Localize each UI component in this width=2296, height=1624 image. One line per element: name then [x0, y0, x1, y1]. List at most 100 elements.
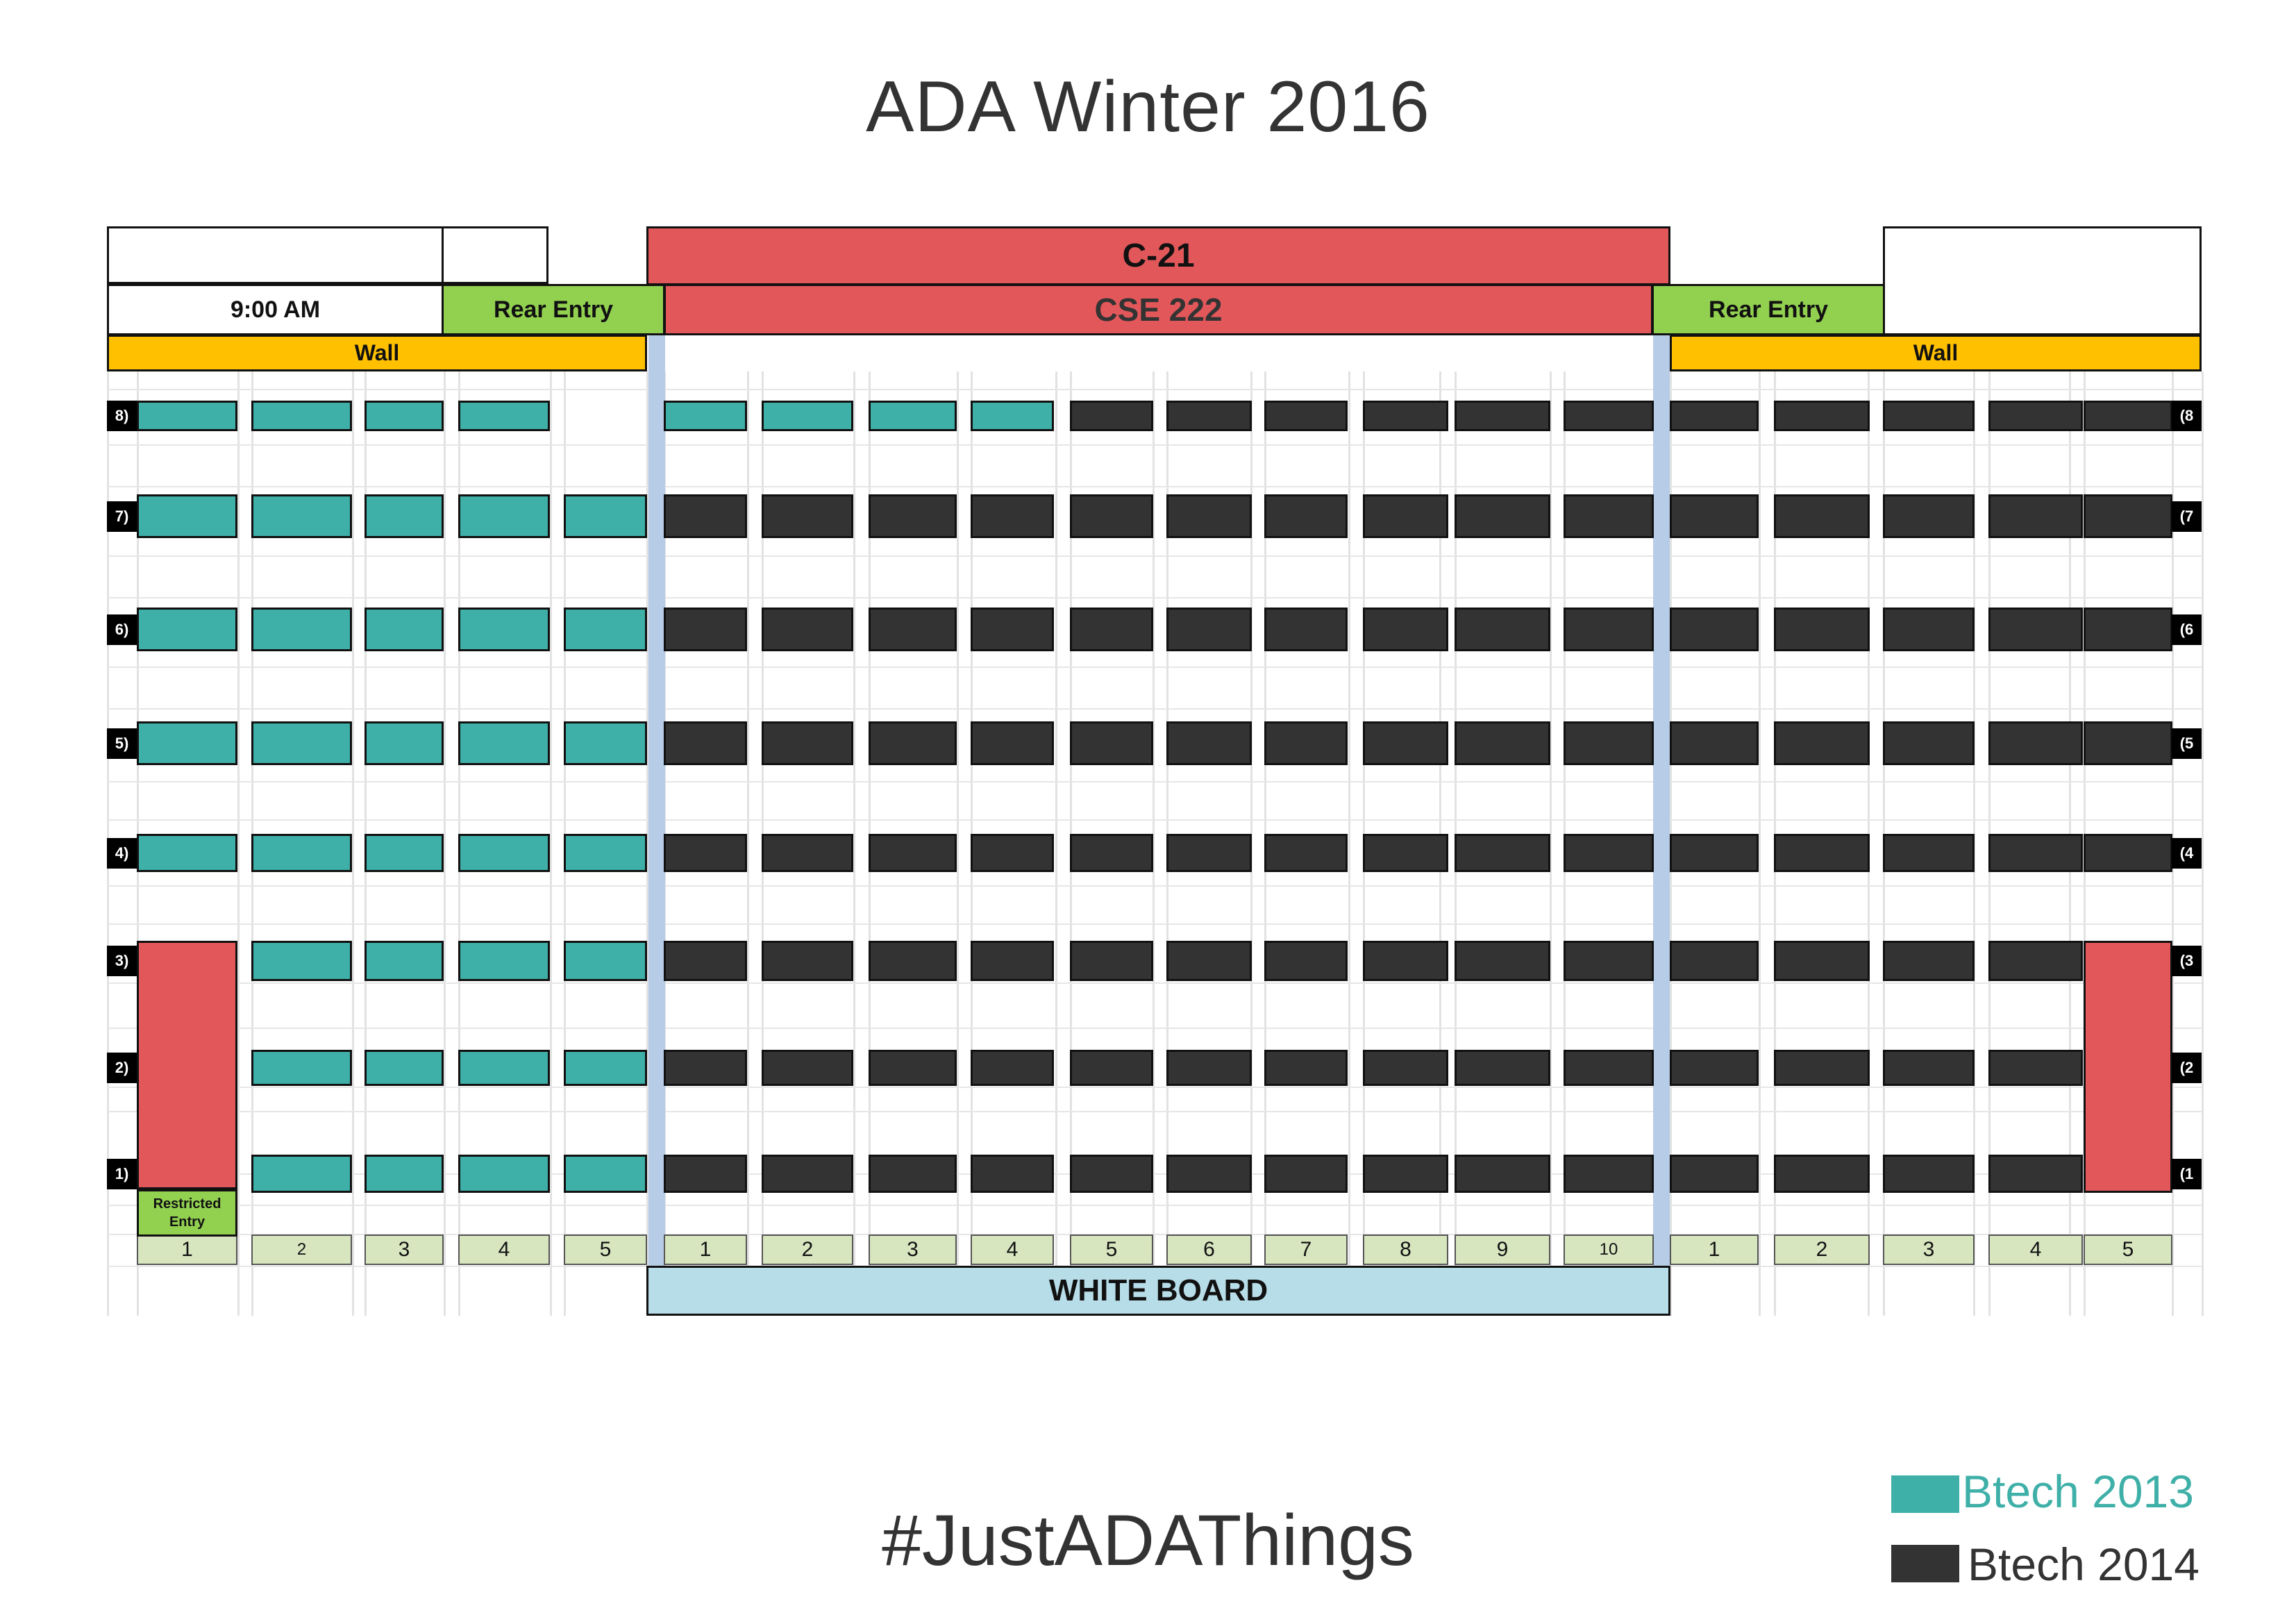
seat	[458, 834, 550, 872]
seat	[251, 494, 352, 538]
column-number: 7	[1264, 1234, 1348, 1265]
grid-line	[107, 1028, 2202, 1029]
row-label-right: (6	[2172, 614, 2202, 645]
seat	[2084, 608, 2172, 651]
seat	[1166, 401, 1252, 431]
grid-line	[107, 597, 2202, 598]
seat	[458, 608, 550, 651]
seat	[1774, 721, 1870, 765]
grid-line	[107, 923, 2202, 925]
seat	[971, 941, 1054, 981]
seat	[364, 401, 444, 431]
seat	[869, 941, 957, 981]
legend-label-btech-2013: Btech 2013	[1962, 1466, 2194, 1517]
seat	[1363, 608, 1448, 651]
seat	[1166, 494, 1252, 538]
seat	[762, 1050, 853, 1086]
row-label-left: 7)	[107, 501, 137, 532]
header-blank-cell	[442, 226, 548, 284]
seat	[1988, 494, 2083, 538]
seat	[1564, 494, 1654, 538]
seat	[1455, 608, 1550, 651]
seat	[1455, 834, 1550, 872]
column-number: 5	[1070, 1234, 1153, 1265]
seat	[1455, 401, 1550, 431]
seat	[762, 494, 853, 538]
seat	[1264, 1050, 1348, 1086]
seat	[364, 1050, 444, 1086]
seat	[1264, 1155, 1348, 1193]
seat	[664, 494, 747, 538]
column-number: 3	[364, 1234, 444, 1265]
seat	[564, 1155, 647, 1193]
seat	[869, 721, 957, 765]
wall-left: Wall	[107, 335, 647, 371]
row-label-right: (2	[2172, 1053, 2202, 1083]
seat	[1670, 721, 1759, 765]
seat	[971, 494, 1054, 538]
seat	[1774, 401, 1870, 431]
column-number: 1	[664, 1234, 747, 1265]
seat	[1883, 608, 1975, 651]
seat	[1564, 834, 1654, 872]
seat	[1774, 1050, 1870, 1086]
seat	[1363, 1050, 1448, 1086]
seat	[762, 401, 853, 431]
row-label-right: (1	[2172, 1158, 2202, 1189]
seat	[137, 721, 237, 765]
seat	[971, 721, 1054, 765]
seat	[1564, 941, 1654, 981]
seat	[458, 1050, 550, 1086]
seat	[1564, 608, 1654, 651]
seat	[1670, 494, 1759, 538]
column-number: 8	[1363, 1234, 1448, 1265]
seat	[869, 494, 957, 538]
grid-line	[107, 708, 2202, 710]
seat	[1166, 941, 1252, 981]
seat	[458, 494, 550, 538]
seat	[1363, 1155, 1448, 1193]
seat	[762, 941, 853, 981]
seat	[1455, 1155, 1550, 1193]
column-number: 3	[1883, 1234, 1975, 1265]
seat	[251, 721, 352, 765]
column-number: 4	[971, 1234, 1054, 1265]
seat	[971, 834, 1054, 872]
row-label-left: 5)	[107, 728, 137, 759]
column-number: 2	[762, 1234, 853, 1265]
header-blank-cell	[1883, 226, 2202, 335]
course-label: CSE 222	[664, 284, 1653, 335]
seat	[564, 721, 647, 765]
seat	[869, 608, 957, 651]
seat	[1363, 721, 1448, 765]
grid-line	[107, 486, 2202, 487]
seat	[971, 1050, 1054, 1086]
seat	[1264, 721, 1348, 765]
seat	[1264, 834, 1348, 872]
seat	[1670, 608, 1759, 651]
seat	[1363, 401, 1448, 431]
seat	[458, 401, 550, 431]
row-label-left: 8)	[107, 401, 137, 431]
seat	[1774, 941, 1870, 981]
seat	[251, 941, 352, 981]
seat	[869, 1155, 957, 1193]
seat	[251, 1050, 352, 1086]
whiteboard: WHITE BOARD	[646, 1266, 1670, 1316]
seat	[564, 941, 647, 981]
column-number: 5	[564, 1234, 647, 1265]
column-number: 1	[1670, 1234, 1759, 1265]
seat	[1455, 494, 1550, 538]
aisle-divider	[648, 335, 665, 1266]
seat	[1883, 1050, 1975, 1086]
seat	[1070, 494, 1153, 538]
seat	[1264, 494, 1348, 538]
seat	[1774, 608, 1870, 651]
seat	[1988, 1155, 2083, 1193]
row-label-right: (4	[2172, 837, 2202, 869]
seat	[1070, 401, 1153, 431]
seat	[137, 494, 237, 538]
seat	[2084, 721, 2172, 765]
aisle-divider	[1653, 335, 1670, 1266]
seat	[1564, 721, 1654, 765]
